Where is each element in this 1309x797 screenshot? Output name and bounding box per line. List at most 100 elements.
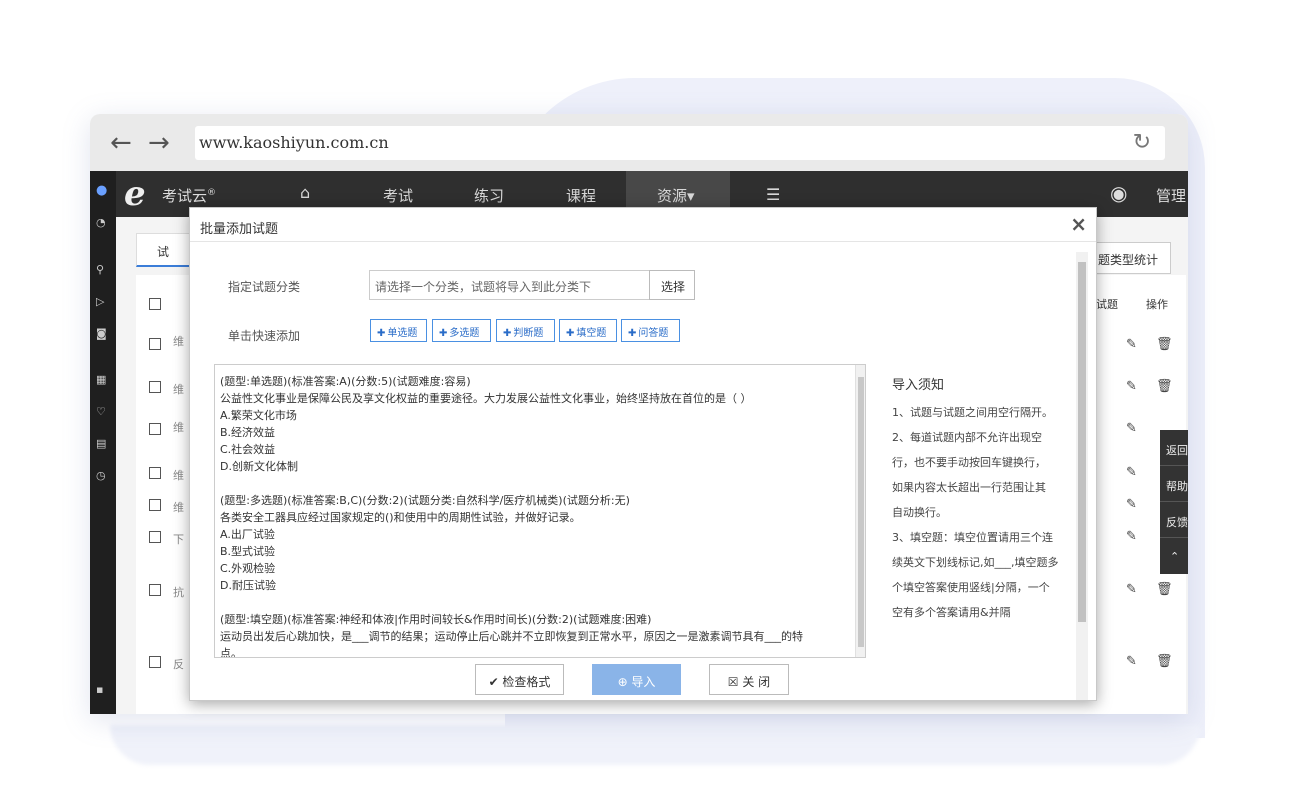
- scrollbar-thumb[interactable]: [1078, 262, 1086, 622]
- textarea-scrollbar[interactable]: [855, 365, 865, 657]
- logo-text: 考试云®: [162, 187, 217, 205]
- trash-icon[interactable]: 🗑: [1156, 582, 1173, 597]
- edit-icon[interactable]: ✎: [1126, 337, 1137, 352]
- square-icon[interactable]: ▪: [96, 683, 103, 696]
- float-feedback[interactable]: 反馈: [1160, 502, 1188, 538]
- textarea-line: (题型:单选题)(标准答案:A)(分数:5)(试题难度:容易): [220, 375, 471, 388]
- textarea-line: 运动员出发后心跳加快，是___调节的结果；运动停止后心跳并不立即恢复到正常水平，…: [220, 630, 803, 643]
- trash-icon[interactable]: 🗑: [1156, 379, 1173, 394]
- float-panel: 返回 帮助 反馈 ⌃: [1160, 430, 1188, 574]
- row-checkbox[interactable]: [149, 338, 161, 350]
- row-checkbox[interactable]: [149, 381, 161, 393]
- row-text: 维: [173, 469, 184, 482]
- home-icon[interactable]: ⌂: [300, 183, 310, 202]
- row-checkbox[interactable]: [149, 656, 161, 668]
- note-line: 行，也不要手动按回车键换行，: [892, 456, 1046, 469]
- close-button[interactable]: ☒ 关 闭: [709, 664, 789, 695]
- edit-icon[interactable]: ✎: [1126, 529, 1137, 544]
- textarea-line: D.创新文化体制: [220, 460, 298, 473]
- note-line: 续英文下划线标记,如___,填空题多: [892, 556, 1059, 569]
- scrollbar-thumb[interactable]: [858, 377, 864, 647]
- close-icon[interactable]: ×: [1070, 212, 1087, 236]
- camera-icon[interactable]: ◙: [96, 327, 107, 340]
- note-line: 2、每道试题内部不允许出现空: [892, 431, 1042, 444]
- heart-icon[interactable]: ♡: [96, 405, 106, 418]
- row-checkbox[interactable]: [149, 467, 161, 479]
- chat-icon[interactable]: ◔: [96, 216, 106, 229]
- add-essay-button[interactable]: ✚ 问答题: [621, 319, 680, 342]
- plus-icon: ✚: [439, 328, 448, 339]
- select-button[interactable]: 选择: [649, 270, 695, 300]
- url-input[interactable]: www.kaoshiyun.com.cn ↻: [195, 126, 1165, 160]
- address-bar: ← → www.kaoshiyun.com.cn ↻: [90, 114, 1188, 171]
- list-icon[interactable]: ☰: [766, 185, 780, 204]
- textarea-line: B.型式试验: [220, 545, 276, 558]
- textarea-line: A.繁荣文化市场: [220, 409, 297, 422]
- grid-icon[interactable]: ▦: [96, 373, 106, 386]
- play-icon[interactable]: ▷: [96, 295, 104, 308]
- nav-item-course[interactable]: 课程: [566, 185, 596, 206]
- note-line: 空有多个答案请用&并隔: [892, 606, 1011, 619]
- add-multi-choice-button[interactable]: ✚ 多选题: [432, 319, 491, 342]
- add-single-choice-button[interactable]: ✚ 单选题: [370, 319, 427, 342]
- textarea-line: 公益性文化事业是保障公民及享文化权益的重要途径。大力发展公益性文化事业，始终坚持…: [220, 392, 752, 405]
- float-back[interactable]: 返回: [1160, 430, 1188, 466]
- row-checkbox[interactable]: [149, 423, 161, 435]
- row-text: 维: [173, 335, 184, 348]
- textarea-line: (题型:多选题)(标准答案:B,C)(分数:2)(试题分类:自然科学/医疗机械类…: [220, 494, 630, 507]
- button-label: 多选题: [449, 328, 480, 339]
- book-icon[interactable]: ▤: [96, 437, 106, 450]
- button-label: 判断题: [513, 328, 544, 339]
- trash-icon[interactable]: 🗑: [1156, 337, 1173, 352]
- category-input[interactable]: 请选择一个分类，试题将导入到此分类下: [369, 270, 650, 300]
- import-button[interactable]: ⊕ 导入: [592, 664, 681, 695]
- row-text: 维: [173, 501, 184, 514]
- stat-button[interactable]: 题类型统计: [1091, 242, 1171, 274]
- plus-icon: ✚: [628, 328, 637, 339]
- row-text: 维: [173, 383, 184, 396]
- edit-icon[interactable]: ✎: [1126, 465, 1137, 480]
- add-true-false-button[interactable]: ✚ 判断题: [496, 319, 555, 342]
- row-checkbox[interactable]: [149, 499, 161, 511]
- notes-title: 导入须知: [892, 378, 945, 393]
- questions-textarea[interactable]: (题型:单选题)(标准答案:A)(分数:5)(试题难度:容易) 公益性文化事业是…: [214, 364, 866, 658]
- edit-icon[interactable]: ✎: [1126, 497, 1137, 512]
- admin-link[interactable]: 管理: [1156, 185, 1186, 206]
- add-fill-blank-button[interactable]: ✚ 填空题: [559, 319, 617, 342]
- clock-icon[interactable]: ◷: [96, 469, 106, 482]
- arrow-right-icon[interactable]: →: [148, 128, 170, 158]
- left-sidebar: ● ◔ ⚲ ▷ ◙ ▦ ♡ ▤ ◷ ▪: [90, 171, 116, 714]
- row-checkbox[interactable]: [149, 584, 161, 596]
- edit-icon[interactable]: ✎: [1126, 379, 1137, 394]
- chevron-up-icon[interactable]: ⌃: [1160, 538, 1188, 574]
- edit-icon[interactable]: ✎: [1126, 654, 1137, 669]
- plus-icon: ✚: [377, 328, 386, 339]
- nav-item-resource[interactable]: 资源▾: [657, 185, 695, 206]
- textarea-line: C.外观检验: [220, 562, 276, 575]
- row-text: 维: [173, 421, 184, 434]
- quick-add-label: 单击快速添加: [228, 329, 301, 343]
- nav-item-exam[interactable]: 考试: [383, 185, 413, 206]
- textarea-line: B.经济效益: [220, 426, 276, 439]
- edit-icon[interactable]: ✎: [1126, 582, 1137, 597]
- textarea-line: 点。: [220, 647, 242, 658]
- row-checkbox[interactable]: [149, 531, 161, 543]
- trash-icon[interactable]: 🗑: [1156, 654, 1173, 669]
- logo-mark: e: [124, 174, 146, 214]
- user-icon[interactable]: ◉: [1110, 181, 1127, 205]
- textarea-line: D.耐压试验: [220, 579, 276, 592]
- float-help[interactable]: 帮助: [1160, 466, 1188, 502]
- note-line: 自动换行。: [892, 506, 947, 519]
- dialog-title: 批量添加试题: [200, 222, 279, 237]
- dialog-scrollbar[interactable]: [1076, 252, 1088, 700]
- search-icon[interactable]: ⚲: [96, 263, 104, 276]
- dot-icon[interactable]: ●: [96, 183, 107, 198]
- reload-icon[interactable]: ↻: [1133, 130, 1151, 155]
- row-checkbox[interactable]: [149, 298, 161, 310]
- arrow-left-icon[interactable]: ←: [110, 128, 132, 158]
- textarea-line: A.出厂试验: [220, 528, 275, 541]
- check-format-button[interactable]: ✔ 检查格式: [475, 664, 564, 695]
- dialog-header: 批量添加试题 ×: [190, 208, 1096, 242]
- edit-icon[interactable]: ✎: [1126, 421, 1137, 436]
- nav-item-practice[interactable]: 练习: [474, 185, 504, 206]
